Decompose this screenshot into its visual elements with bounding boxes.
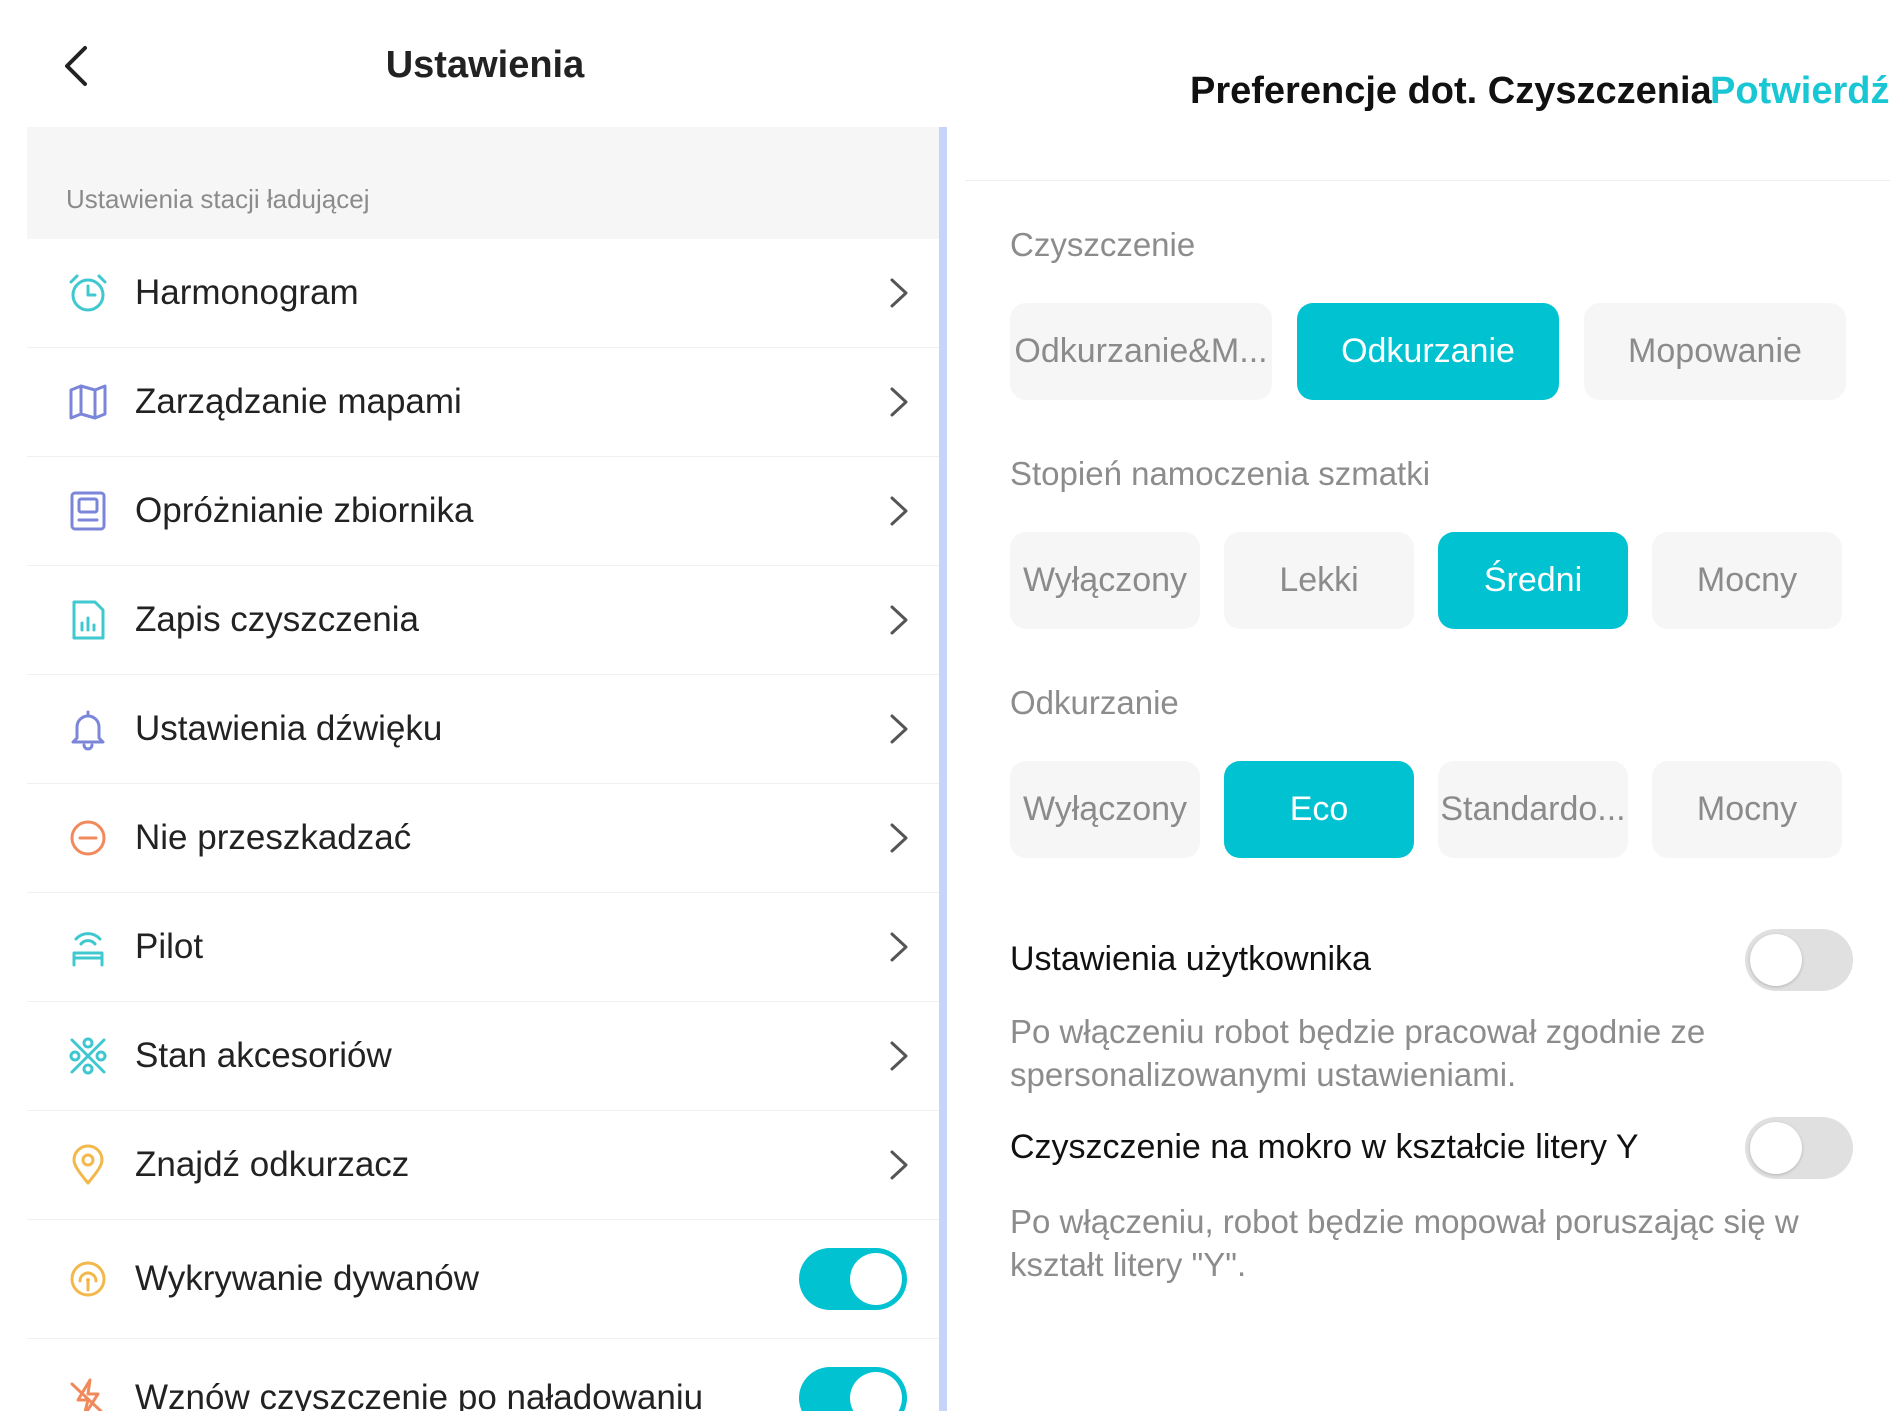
option-button[interactable]: Odkurzanie&M... (1010, 303, 1272, 400)
back-button[interactable] (48, 38, 104, 94)
settings-toggle[interactable] (799, 1248, 907, 1310)
option-button[interactable]: Eco (1224, 761, 1414, 858)
panel-divider (939, 127, 947, 1411)
settings-row[interactable]: Wznów czyszczenie po naładowaniu (27, 1339, 939, 1411)
alarm-clock-icon (63, 268, 113, 318)
confirm-button[interactable]: Potwierdź (1710, 70, 1889, 113)
settings-row-label: Pilot (135, 927, 204, 966)
mop-wetness-label: Stopień namoczenia szmatki (1010, 455, 1431, 492)
option-button[interactable]: Mopowanie (1584, 303, 1846, 400)
settings-row-label: Nie przeszkadzać (135, 818, 412, 857)
charge-resume-icon (63, 1373, 113, 1411)
chevron-right-icon (887, 603, 911, 637)
map-icon (63, 377, 113, 427)
page-title: Ustawienia (385, 44, 585, 86)
do-not-disturb-icon (63, 813, 113, 863)
suction-power-label: Odkurzanie (1010, 684, 1179, 721)
carpet-detection-icon (63, 1254, 113, 1304)
settings-row[interactable]: Wykrywanie dywanów (27, 1220, 939, 1339)
chevron-right-icon (887, 821, 911, 855)
settings-row[interactable]: Ustawienia dźwięku (27, 675, 939, 784)
toggle-knob (1750, 1122, 1802, 1174)
settings-toggle[interactable] (799, 1367, 907, 1411)
settings-row[interactable]: Zapis czyszczenia (27, 566, 939, 675)
toggle-knob (850, 1253, 902, 1305)
y-mop-toggle[interactable] (1745, 1117, 1853, 1179)
settings-row[interactable]: Stan akcesoriów (27, 1002, 939, 1111)
option-button[interactable]: Lekki (1224, 532, 1414, 629)
location-pin-icon (63, 1140, 113, 1190)
chevron-right-icon (887, 494, 911, 528)
preferences-title: Preferencje dot. Czyszczenia (1190, 70, 1712, 112)
toggle-knob (1750, 934, 1802, 986)
suction-power-selector: Wyłączony Eco Standardo... Mocny (1010, 761, 1866, 858)
settings-panel: Ustawienia Ustawienia stacji ładującej H… (0, 0, 960, 1427)
chevron-right-icon (887, 1039, 911, 1073)
settings-row[interactable]: Nie przeszkadzać (27, 784, 939, 893)
settings-row-label: Znajdź odkurzacz (135, 1145, 410, 1184)
settings-list: Harmonogram Zarządzanie mapami Opróżnianie… (27, 239, 939, 1411)
settings-row-label: Harmonogram (135, 273, 359, 312)
settings-row-label: Ustawienia dźwięku (135, 709, 443, 748)
option-button[interactable]: Mocny (1652, 761, 1842, 858)
settings-row-label: Zarządzanie mapami (135, 382, 462, 421)
settings-row[interactable]: Harmonogram (27, 239, 939, 348)
y-mop-description: Po włączeniu, robot będzie mopował porus… (1010, 1203, 1799, 1283)
chevron-right-icon (887, 712, 911, 746)
settings-row-label: Stan akcesoriów (135, 1036, 392, 1075)
mop-wetness-selector: Wyłączony Lekki Średni Mocny (1010, 532, 1866, 629)
user-settings-title: Ustawienia użytkownika (1010, 940, 1371, 978)
chevron-right-icon (887, 930, 911, 964)
settings-row[interactable]: Pilot (27, 893, 939, 1002)
settings-row-label: Zapis czyszczenia (135, 600, 419, 639)
section-label: Ustawienia stacji ładującej (66, 184, 370, 214)
option-button[interactable]: Wyłączony (1010, 761, 1200, 858)
header-divider (965, 180, 1890, 181)
remote-control-icon (63, 922, 113, 972)
bell-icon (63, 704, 113, 754)
cleaning-mode-label: Czyszczenie (1010, 226, 1196, 263)
dustbin-icon (63, 486, 113, 536)
settings-row-label: Opróżnianie zbiornika (135, 491, 474, 530)
option-button[interactable]: Standardo... (1438, 761, 1628, 858)
chevron-right-icon (887, 385, 911, 419)
chevron-right-icon (887, 276, 911, 310)
option-button[interactable]: Mocny (1652, 532, 1842, 629)
y-mop-title: Czyszczenie na mokro w kształcie litery … (1010, 1128, 1639, 1166)
settings-row[interactable]: Opróżnianie zbiornika (27, 457, 939, 566)
user-settings-toggle[interactable] (1745, 929, 1853, 991)
option-button[interactable]: Odkurzanie (1297, 303, 1559, 400)
settings-row[interactable]: Zarządzanie mapami (27, 348, 939, 457)
settings-row-label: Wykrywanie dywanów (135, 1259, 479, 1298)
option-button[interactable]: Wyłączony (1010, 532, 1200, 629)
settings-row[interactable]: Znajdź odkurzacz (27, 1111, 939, 1220)
cleaning-mode-selector: Odkurzanie&M... Odkurzanie Mopowanie (1010, 303, 1871, 400)
section-header (27, 127, 939, 239)
user-settings-description: Po włączeniu robot będzie pracował zgodn… (1010, 1013, 1706, 1093)
chevron-left-icon (65, 46, 87, 86)
chevron-right-icon (887, 1148, 911, 1182)
toggle-knob (850, 1372, 902, 1411)
accessories-icon (63, 1031, 113, 1081)
option-button[interactable]: Średni (1438, 532, 1628, 629)
settings-row-label: Wznów czyszczenie po naładowaniu (135, 1378, 704, 1411)
cleaning-preferences-panel: Preferencje dot. Czyszczenia Potwierdź C… (965, 0, 1900, 1427)
report-chart-icon (63, 595, 113, 645)
